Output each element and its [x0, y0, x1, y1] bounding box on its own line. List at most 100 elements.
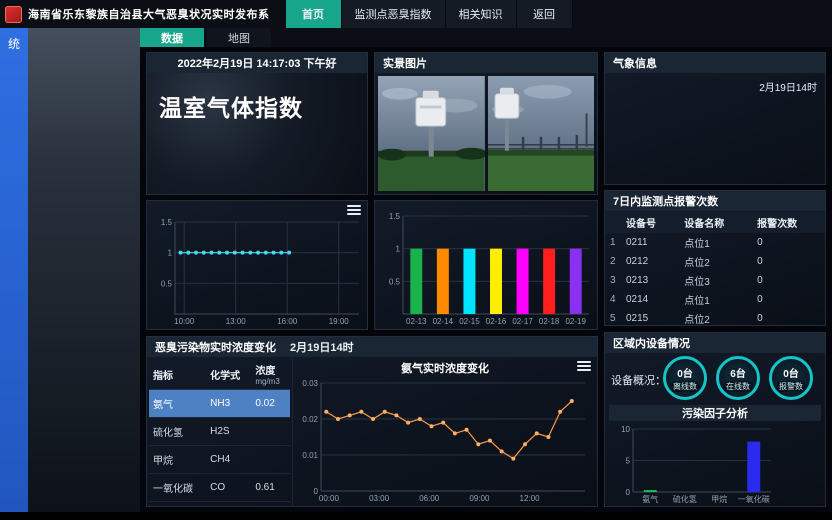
svg-text:02-14: 02-14 — [433, 317, 454, 326]
dashboard-screen: 海南省乐东黎族自治县大气恶臭状况实时发布系 首页监测点恶臭指数相关知识返回 统 … — [0, 0, 832, 520]
pollutant-table-header: 指标 化学式 浓度 mg/m3 — [149, 359, 290, 390]
svg-text:02-15: 02-15 — [459, 317, 480, 326]
svg-text:03:00: 03:00 — [369, 494, 390, 503]
pollutant-row-CH4[interactable]: 甲烷CH4 — [149, 446, 290, 474]
main-area: 2022年2月19日 14:17:03 下午好 温室气体指数 实景图片 — [140, 47, 832, 512]
pollutant-panel: 恶臭污染物实时浓度变化 2月19日14时 指标 化学式 浓度 mg/m3 — [146, 336, 598, 507]
pollutant-row-NH3[interactable]: 氨气NH30.02 — [149, 390, 290, 418]
pollutant-table: 指标 化学式 浓度 mg/m3 氨气NH30.02硫化氢H2S甲烷CH4一氧化碳… — [149, 359, 290, 502]
alarm-table-header: 设备号设备名称报警次数 — [605, 212, 825, 233]
greeting-body: 温室气体指数 — [147, 73, 367, 194]
concentration-unit: mg/m3 — [255, 377, 286, 386]
alarm-table: 设备号设备名称报警次数 10211点位1020212点位2030213点位304… — [605, 212, 825, 347]
device-overview-label: 设备概况： — [611, 372, 666, 388]
svg-text:10:00: 10:00 — [174, 317, 195, 326]
nav-item-首页[interactable]: 首页 — [286, 0, 342, 28]
top-nav: 首页监测点恶臭指数相关知识返回 — [286, 0, 573, 28]
device-stat-circles: 0台离线数6台在线数0台报警数 — [663, 356, 813, 400]
alarm-col-header: 设备号 — [621, 212, 679, 233]
bottom-strip — [0, 512, 832, 520]
site-photo-2[interactable] — [488, 76, 595, 191]
analysis-title: 污染因子分析 — [609, 405, 821, 421]
alarm-row: 20212点位20 — [605, 252, 825, 271]
device-body: 设备概况： 0台离线数6台在线数0台报警数 污染因子分析 0 5 10 氨气 硫化氢 甲烷… — [605, 353, 825, 506]
view-tabbar: 数据地图 — [140, 28, 832, 47]
pollutant-row-CO[interactable]: 一氧化碳CO0.61 — [149, 474, 290, 502]
svg-text:16:00: 16:00 — [277, 317, 298, 326]
device-stat-离线数: 0台离线数 — [663, 356, 707, 400]
weather-timestamp: 2月19日14时 — [759, 79, 817, 94]
svg-text:0.02: 0.02 — [302, 415, 318, 424]
svg-text:0.01: 0.01 — [302, 451, 318, 460]
alarm-col-header: 设备名称 — [679, 212, 752, 233]
pollutant-chart-area: 氨气实时浓度变化 00.010.020.0300:0003:0006:0009:… — [293, 357, 597, 506]
svg-text:0: 0 — [314, 487, 319, 496]
alarm-row: 30213点位30 — [605, 271, 825, 290]
app-title: 海南省乐东黎族自治县大气恶臭状况实时发布系 — [28, 6, 270, 22]
daily-index-panel: 0.511.502-1302-1402-1502-1602-1702-1802-… — [374, 200, 598, 330]
svg-text:10: 10 — [621, 425, 630, 434]
alarm-row: 50215点位20 — [605, 309, 825, 328]
site-photo-2-image — [488, 76, 595, 191]
page-title: 温室气体指数 — [147, 73, 367, 139]
sidebar-label: 统 — [8, 37, 20, 51]
index-trend-panel: 0.5 1 1.5 10:00 13:00 16:00 19:00 — [146, 200, 368, 330]
alarm-panel-title: 7日内监测点报警次数 — [605, 191, 825, 211]
top-bar: 海南省乐东黎族自治县大气恶臭状况实时发布系 首页监测点恶臭指数相关知识返回 — [0, 0, 832, 28]
pollution-factor-chart[interactable]: 0 5 10 氨气 硫化氢 甲烷 一氧化碳 — [607, 423, 823, 505]
pollutant-row-H2S[interactable]: 硫化氢H2S — [149, 418, 290, 446]
app-logo-icon — [5, 6, 22, 23]
svg-text:一氧化碳: 一氧化碳 — [738, 494, 770, 504]
chart-menu-icon[interactable] — [347, 205, 361, 215]
greeting-panel: 2022年2月19日 14:17:03 下午好 温室气体指数 — [146, 52, 368, 195]
site-photo-1-image — [378, 76, 485, 191]
svg-text:13:00: 13:00 — [226, 317, 247, 326]
nav-item-相关知识[interactable]: 相关知识 — [446, 0, 517, 28]
svg-text:氨气: 氨气 — [642, 494, 658, 504]
photos-panel-title: 实景图片 — [375, 53, 597, 73]
svg-text:02-18: 02-18 — [539, 317, 560, 326]
device-status-panel: 区域内设备情况 设备概况： 0台离线数6台在线数0台报警数 污染因子分析 0 5 1… — [604, 332, 826, 507]
site-photo-1[interactable] — [378, 76, 485, 191]
svg-text:0.5: 0.5 — [389, 277, 401, 286]
nh3-concentration-chart[interactable]: 00.010.020.0300:0003:0006:0009:0012:00 — [295, 377, 591, 504]
svg-text:1: 1 — [396, 245, 401, 254]
tab-数据[interactable]: 数据 — [140, 28, 204, 47]
svg-text:02-17: 02-17 — [512, 317, 533, 326]
greeting-datetime: 2022年2月19日 14:17:03 下午好 — [147, 53, 367, 73]
chart-menu-icon[interactable] — [577, 361, 591, 371]
device-stat-在线数: 6台在线数 — [716, 356, 760, 400]
index-trend-chart[interactable]: 0.5 1 1.5 10:00 13:00 16:00 19:00 — [149, 216, 365, 327]
nav-item-返回[interactable]: 返回 — [517, 0, 573, 28]
svg-text:硫化氢: 硫化氢 — [673, 494, 697, 504]
svg-text:0.03: 0.03 — [302, 379, 318, 388]
nav-item-监测点恶臭指数[interactable]: 监测点恶臭指数 — [342, 0, 446, 28]
left-subpanel — [28, 28, 140, 512]
svg-text:0: 0 — [626, 488, 631, 497]
svg-text:5: 5 — [626, 457, 631, 466]
pollutant-panel-title: 恶臭污染物实时浓度变化 — [155, 339, 276, 355]
svg-text:02-16: 02-16 — [486, 317, 507, 326]
device-stat-报警数: 0台报警数 — [769, 356, 813, 400]
weather-body: 2月19日14时 — [605, 73, 825, 184]
svg-text:甲烷: 甲烷 — [711, 494, 727, 504]
svg-text:19:00: 19:00 — [329, 317, 350, 326]
svg-text:00:00: 00:00 — [319, 494, 340, 503]
alarm-count-panel: 7日内监测点报警次数 设备号设备名称报警次数 10211点位1020212点位2… — [604, 190, 826, 326]
svg-text:0.5: 0.5 — [161, 279, 173, 288]
svg-text:1.5: 1.5 — [389, 212, 401, 221]
left-sidebar[interactable]: 统 — [0, 28, 28, 512]
col-concentration: 浓度 mg/m3 — [251, 359, 290, 390]
svg-text:12:00: 12:00 — [520, 494, 541, 503]
photos-body — [375, 73, 597, 194]
svg-text:1: 1 — [168, 249, 173, 258]
alarm-row: 10211点位10 — [605, 233, 825, 252]
weather-panel: 气象信息 2月19日14时 — [604, 52, 826, 185]
svg-text:1.5: 1.5 — [161, 218, 173, 227]
alarm-row: 40214点位10 — [605, 290, 825, 309]
tab-地图[interactable]: 地图 — [207, 28, 271, 47]
site-photos-panel: 实景图片 — [374, 52, 598, 195]
daily-index-chart[interactable]: 0.511.502-1302-1402-1502-1602-1702-1802-… — [377, 210, 595, 327]
alarm-col-header: 报警次数 — [752, 212, 825, 233]
device-panel-title: 区域内设备情况 — [605, 333, 825, 353]
